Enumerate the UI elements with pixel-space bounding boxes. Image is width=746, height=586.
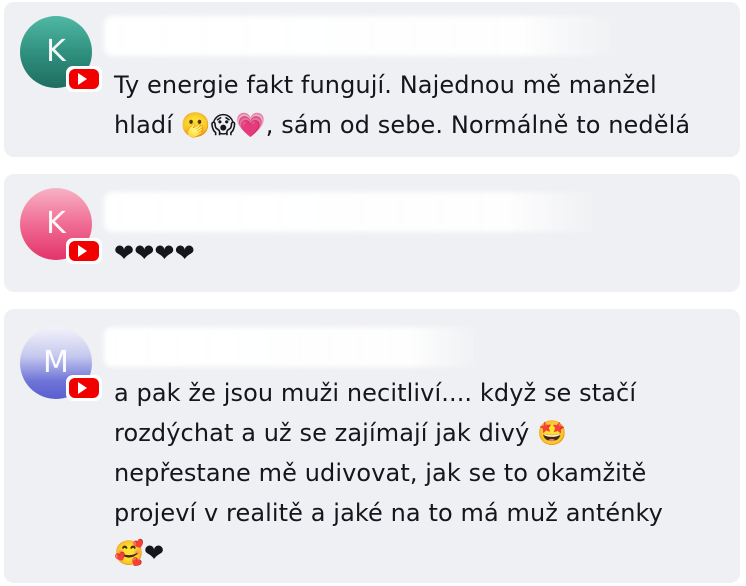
comment-card: K ❤❤❤❤ — [4, 174, 740, 292]
comment-feed: K Ty energie fakt fungují. Najednou mě m… — [0, 0, 746, 586]
author-name-redacted — [104, 16, 624, 56]
youtube-icon — [66, 66, 102, 92]
author-name-redacted — [104, 192, 604, 232]
comment-text: Ty energie fakt fungují. Najednou mě man… — [114, 71, 691, 139]
youtube-icon — [66, 375, 102, 401]
youtube-icon — [66, 238, 102, 264]
comment-card: K Ty energie fakt fungují. Najednou mě m… — [4, 2, 740, 157]
comment-text: ❤❤❤❤ — [114, 239, 195, 267]
comment-card: M a pak že jsou muži necitliví.... když … — [4, 309, 740, 583]
comment-text: a pak že jsou muži necitliví.... když se… — [114, 379, 663, 567]
author-name-redacted — [104, 327, 484, 367]
